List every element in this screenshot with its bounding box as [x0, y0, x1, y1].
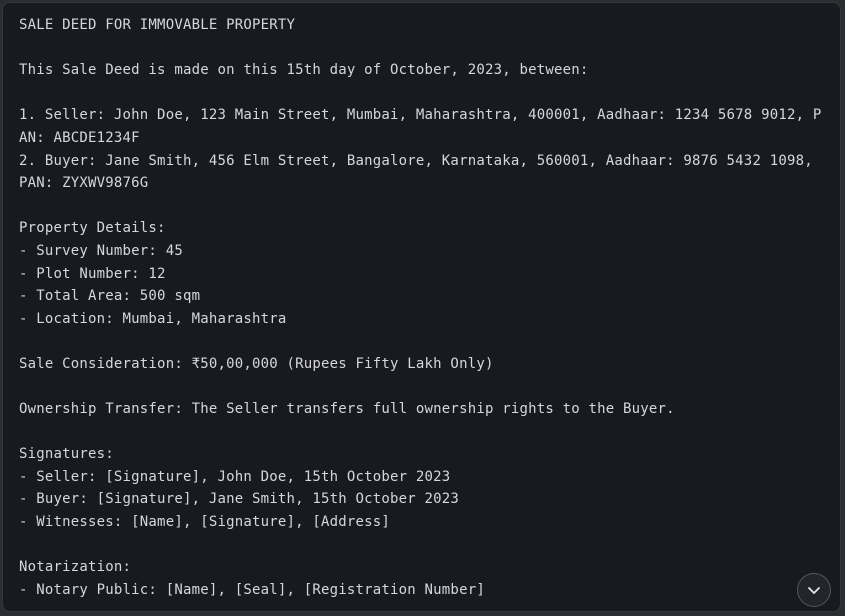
- plot-number-line: - Plot Number: 12: [19, 265, 166, 282]
- notarization-heading: Notarization:: [19, 559, 132, 576]
- deed-intro-line: This Sale Deed is made on this 15th day …: [19, 62, 589, 79]
- buyer-signature-line: - Buyer: [Signature], Jane Smith, 15th O…: [19, 491, 460, 508]
- survey-number-line: - Survey Number: 45: [19, 242, 183, 259]
- signatures-heading: Signatures:: [19, 446, 114, 463]
- scroll-to-bottom-button[interactable]: [797, 573, 831, 607]
- seller-line: 1. Seller: John Doe, 123 Main Street, Mu…: [19, 107, 822, 146]
- witnesses-line: - Witnesses: [Name], [Signature], [Addre…: [19, 514, 391, 531]
- notary-public-line: - Notary Public: [Name], [Seal], [Regist…: [19, 581, 485, 598]
- buyer-line: 2. Buyer: Jane Smith, 456 Elm Street, Ba…: [19, 152, 822, 192]
- code-block: SALE DEED FOR IMMOVABLE PROPERTY This Sal…: [2, 2, 841, 612]
- seller-signature-line: - Seller: [Signature], John Doe, 15th Oc…: [19, 468, 451, 485]
- deed-title-line: SALE DEED FOR IMMOVABLE PROPERTY: [19, 17, 296, 33]
- sale-consideration-line: Sale Consideration: ₹50,00,000 (Rupees F…: [19, 355, 494, 372]
- location-line: - Location: Mumbai, Maharashtra: [19, 310, 287, 327]
- sale-deed-text: SALE DEED FOR IMMOVABLE PROPERTY This Sal…: [19, 14, 827, 601]
- total-area-line: - Total Area: 500 sqm: [19, 288, 201, 305]
- ownership-transfer-line: Ownership Transfer: The Seller transfers…: [19, 401, 675, 418]
- property-details-heading: Property Details:: [19, 220, 166, 237]
- chevron-down-icon: [808, 587, 820, 594]
